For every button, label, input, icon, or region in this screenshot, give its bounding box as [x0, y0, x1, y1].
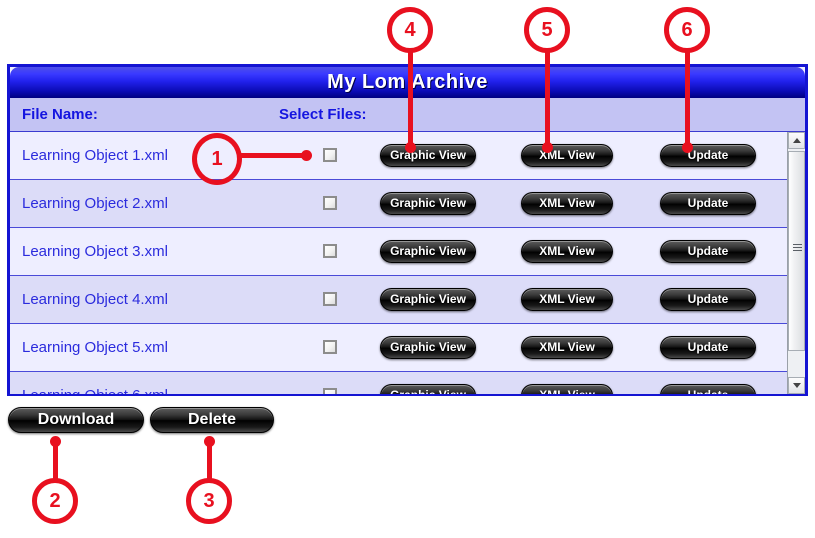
row-select-checkbox[interactable] [323, 388, 337, 394]
xml-view-button[interactable]: XML View [521, 192, 613, 215]
file-name-link[interactable]: Learning Object 4.xml [22, 291, 168, 308]
xml-view-button[interactable]: XML View [521, 288, 613, 311]
scrollbar-grip-icon [793, 244, 802, 252]
graphic-view-button[interactable]: Graphic View [380, 336, 476, 359]
callout-5-leader-line [545, 50, 550, 148]
xml-view-button[interactable]: XML View [521, 144, 613, 167]
table-row: Learning Object 2.xml Graphic View XML V… [10, 180, 787, 228]
callout-3-leader-dot [204, 436, 215, 447]
table-row: Learning Object 3.xml Graphic View XML V… [10, 228, 787, 276]
callout-4-leader-line [408, 50, 413, 148]
row-select-checkbox[interactable] [323, 148, 337, 162]
xml-view-button[interactable]: XML View [521, 240, 613, 263]
file-name-link[interactable]: Learning Object 1.xml [22, 147, 168, 164]
scroll-up-arrow-icon[interactable] [788, 132, 805, 149]
vertical-scrollbar[interactable] [787, 132, 805, 394]
update-button[interactable]: Update [660, 336, 756, 359]
graphic-view-button[interactable]: Graphic View [380, 384, 476, 394]
scrollbar-thumb[interactable] [788, 151, 805, 351]
table-row: Learning Object 1.xml Graphic View XML V… [10, 132, 787, 180]
update-button[interactable]: Update [660, 192, 756, 215]
callout-marker-2: 2 [32, 478, 78, 524]
callout-marker-5: 5 [524, 7, 570, 53]
update-button[interactable]: Update [660, 384, 756, 394]
table-row: Learning Object 6.xml Graphic View XML V… [10, 372, 787, 394]
column-header-select-files: Select Files: [279, 106, 367, 123]
update-button[interactable]: Update [660, 144, 756, 167]
row-select-checkbox[interactable] [323, 196, 337, 210]
row-select-checkbox[interactable] [323, 292, 337, 306]
update-button[interactable]: Update [660, 240, 756, 263]
callout-marker-1: 1 [192, 133, 242, 185]
file-name-link[interactable]: Learning Object 2.xml [22, 195, 168, 212]
row-select-checkbox[interactable] [323, 244, 337, 258]
file-name-link[interactable]: Learning Object 5.xml [22, 339, 168, 356]
update-button[interactable]: Update [660, 288, 756, 311]
file-name-link[interactable]: Learning Object 3.xml [22, 243, 168, 260]
table-row: Learning Object 5.xml Graphic View XML V… [10, 324, 787, 372]
callout-2-leader-dot [50, 436, 61, 447]
row-select-checkbox[interactable] [323, 340, 337, 354]
callout-1-leader-line [237, 153, 309, 158]
delete-button[interactable]: Delete [150, 407, 274, 433]
triangle-up-icon [792, 138, 801, 143]
callout-4-leader-dot [405, 142, 416, 153]
table-row: Learning Object 4.xml Graphic View XML V… [10, 276, 787, 324]
xml-view-button[interactable]: XML View [521, 384, 613, 394]
download-button[interactable]: Download [8, 407, 144, 433]
graphic-view-button[interactable]: Graphic View [380, 192, 476, 215]
scroll-down-arrow-icon[interactable] [788, 377, 805, 394]
callout-1-leader-dot [301, 150, 312, 161]
callout-5-leader-dot [542, 142, 553, 153]
graphic-view-button[interactable]: Graphic View [380, 288, 476, 311]
callout-marker-3: 3 [186, 478, 232, 524]
file-name-link[interactable]: Learning Object 6.xml [22, 387, 168, 394]
xml-view-button[interactable]: XML View [521, 336, 613, 359]
callout-marker-6: 6 [664, 7, 710, 53]
graphic-view-button[interactable]: Graphic View [380, 144, 476, 167]
triangle-down-icon [792, 383, 801, 388]
file-list-scroll-viewport: Learning Object 1.xml Graphic View XML V… [10, 132, 787, 394]
graphic-view-button[interactable]: Graphic View [380, 240, 476, 263]
callout-6-leader-line [685, 50, 690, 148]
callout-6-leader-dot [682, 142, 693, 153]
column-header-file-name: File Name: [22, 106, 98, 123]
callout-marker-4: 4 [387, 7, 433, 53]
